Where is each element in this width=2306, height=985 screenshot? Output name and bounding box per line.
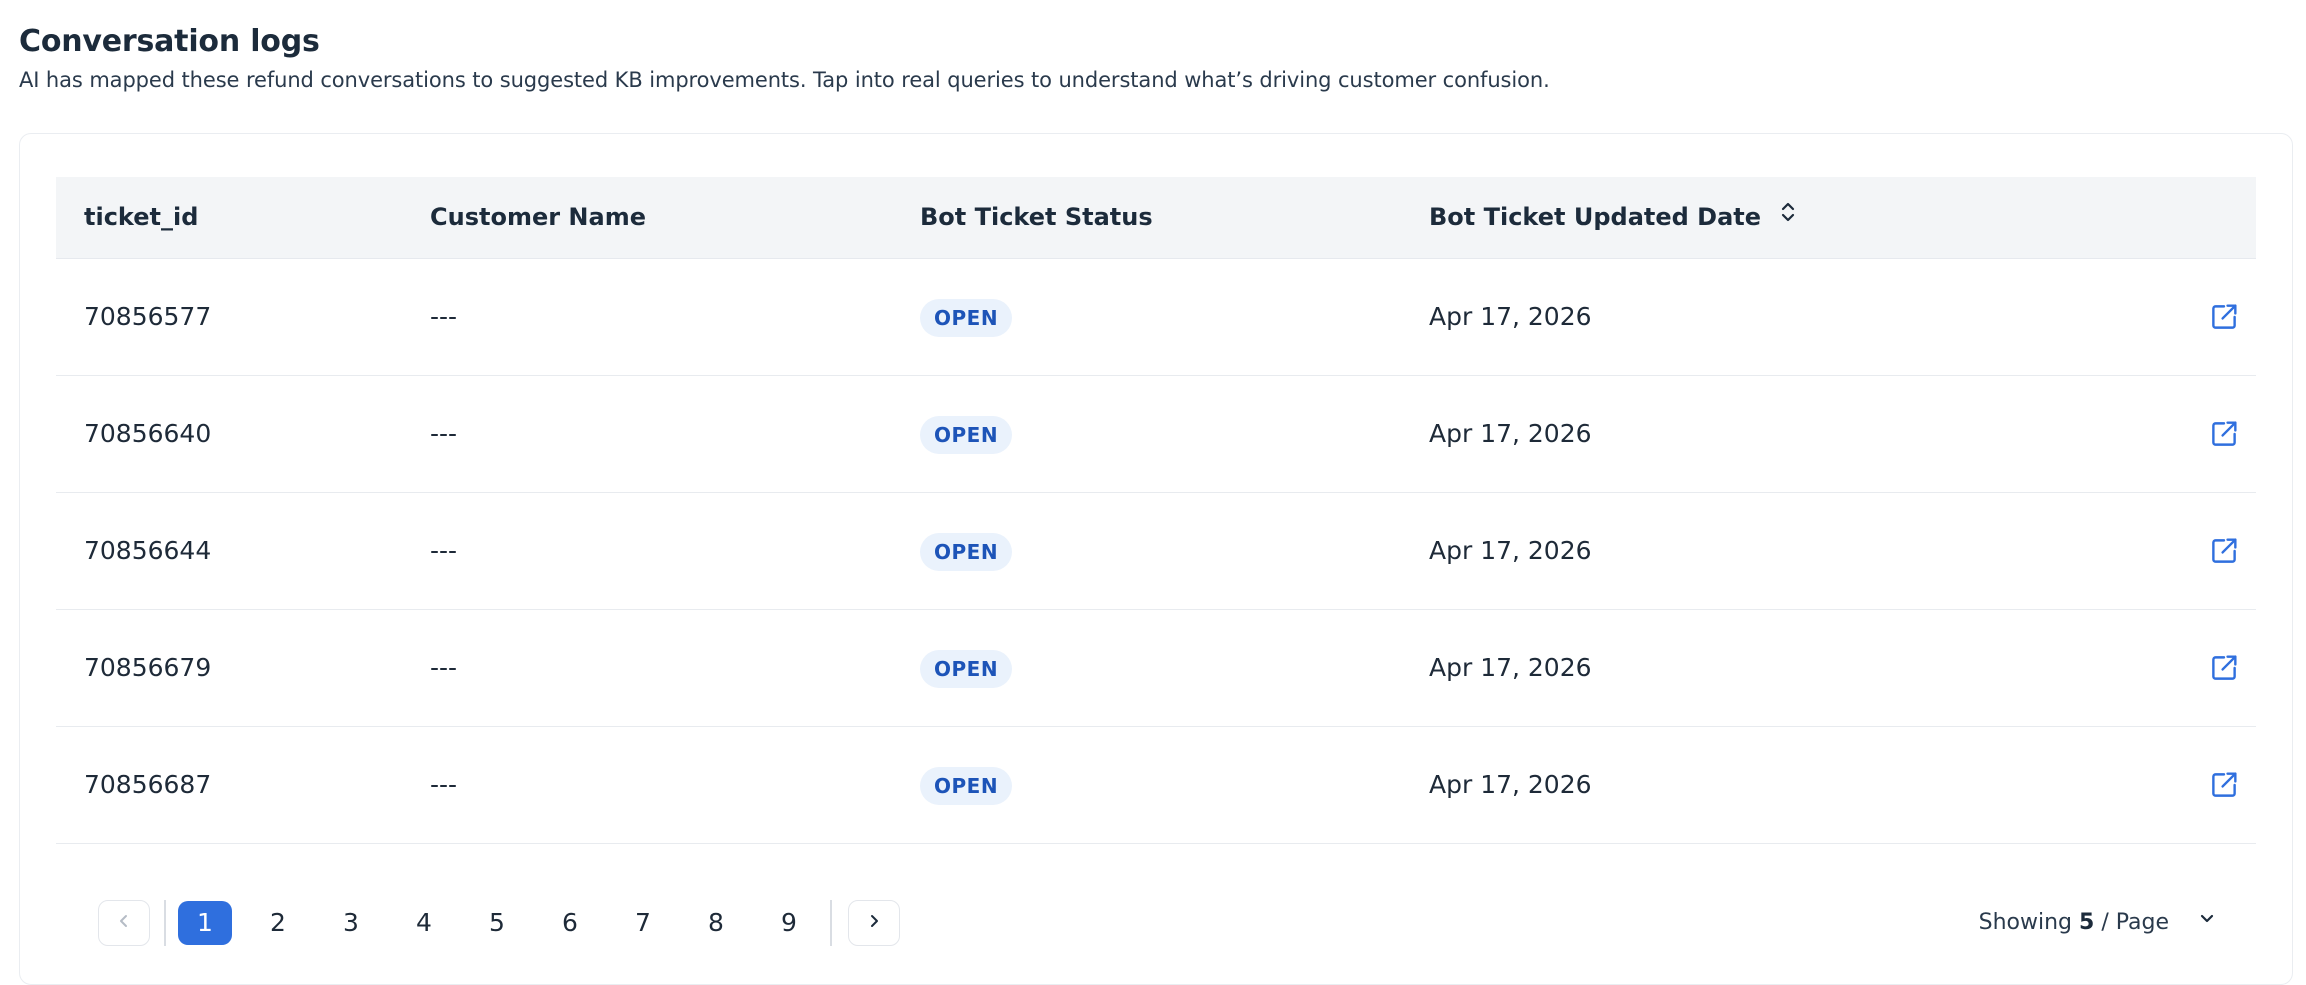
- external-link-icon[interactable]: [2207, 534, 2241, 568]
- page-number-button[interactable]: 2: [251, 901, 305, 945]
- status-cell: OPEN: [920, 610, 1013, 726]
- chevron-right-icon: [866, 913, 882, 933]
- page-size-select[interactable]: Showing 5 / Page: [1979, 900, 2216, 946]
- table-row: 70856577 --- OPEN Apr 17, 2026: [56, 259, 2256, 376]
- page-title: Conversation logs: [19, 24, 320, 59]
- ticket-id-cell: 70856687: [84, 770, 212, 799]
- external-link-icon[interactable]: [2207, 768, 2241, 802]
- column-header-ticket-id: ticket_id: [84, 203, 199, 231]
- status-badge: OPEN: [920, 650, 1013, 688]
- table-body: 70856577 --- OPEN Apr 17, 2026 70856640 --- OP…: [56, 259, 2256, 844]
- customer-name-cell: ---: [430, 419, 458, 448]
- updated-date-cell: Apr 17, 2026: [1429, 302, 1592, 331]
- status-badge: OPEN: [920, 299, 1013, 337]
- ticket-id-cell: 70856644: [84, 536, 212, 565]
- updated-date-cell: Apr 17, 2026: [1429, 770, 1592, 799]
- page-number-button[interactable]: 8: [689, 901, 743, 945]
- pagination: 123456789 Showing 5 / Page: [56, 900, 2256, 946]
- table-row: 70856644 --- OPEN Apr 17, 2026: [56, 493, 2256, 610]
- updated-date-cell: Apr 17, 2026: [1429, 653, 1592, 682]
- table-row: 70856679 --- OPEN Apr 17, 2026: [56, 610, 2256, 727]
- status-badge: OPEN: [920, 767, 1013, 805]
- page-number-button[interactable]: 9: [762, 901, 816, 945]
- table-row: 70856640 --- OPEN Apr 17, 2026: [56, 376, 2256, 493]
- chevron-left-icon: [116, 913, 132, 933]
- customer-name-cell: ---: [430, 770, 458, 799]
- column-header-status: Bot Ticket Status: [920, 203, 1153, 231]
- customer-name-cell: ---: [430, 302, 458, 331]
- status-cell: OPEN: [920, 493, 1013, 609]
- conversation-table: ticket_id Customer Name Bot Ticket Statu…: [56, 177, 2256, 946]
- status-badge: OPEN: [920, 533, 1013, 571]
- page-size-prefix: Showing: [1978, 910, 2073, 935]
- status-cell: OPEN: [920, 259, 1013, 375]
- sort-updown-icon[interactable]: [1779, 176, 1797, 257]
- pagination-divider: [830, 900, 832, 946]
- page-subtitle: AI has mapped these refund conversations…: [19, 68, 1550, 92]
- external-link-icon[interactable]: [2207, 417, 2241, 451]
- updated-date-cell: Apr 17, 2026: [1429, 419, 1592, 448]
- pagination-divider: [164, 900, 166, 946]
- page-number-button[interactable]: 1: [178, 901, 232, 945]
- page-header: Conversation logs AI has mapped these re…: [19, 22, 1550, 94]
- ticket-id-cell: 70856577: [84, 302, 212, 331]
- updated-date-cell: Apr 17, 2026: [1429, 536, 1592, 565]
- page-number-button[interactable]: 3: [324, 901, 378, 945]
- customer-name-cell: ---: [430, 536, 458, 565]
- page-number-button[interactable]: 7: [616, 901, 670, 945]
- previous-page-button[interactable]: [98, 900, 150, 946]
- external-link-icon[interactable]: [2207, 651, 2241, 685]
- ticket-id-cell: 70856640: [84, 419, 212, 448]
- page-number-button[interactable]: 5: [470, 901, 524, 945]
- column-header-updated-date-label: Bot Ticket Updated Date: [1429, 203, 1762, 231]
- page-number-button[interactable]: 6: [543, 901, 597, 945]
- page-number-button[interactable]: 4: [397, 901, 451, 945]
- page-size-value: 5: [2079, 910, 2095, 935]
- conversation-logs-card: ticket_id Customer Name Bot Ticket Statu…: [19, 133, 2293, 985]
- page-size-suffix: / Page: [2101, 910, 2169, 935]
- table-row: 70856687 --- OPEN Apr 17, 2026: [56, 727, 2256, 844]
- status-cell: OPEN: [920, 727, 1013, 843]
- external-link-icon[interactable]: [2207, 300, 2241, 334]
- column-header-updated-date[interactable]: Bot Ticket Updated Date: [1429, 177, 1797, 258]
- chevron-down-icon: [2198, 898, 2216, 944]
- status-badge: OPEN: [920, 416, 1013, 454]
- table-header: ticket_id Customer Name Bot Ticket Statu…: [56, 177, 2256, 259]
- next-page-button[interactable]: [848, 900, 900, 946]
- status-cell: OPEN: [920, 376, 1013, 492]
- ticket-id-cell: 70856679: [84, 653, 212, 682]
- customer-name-cell: ---: [430, 653, 458, 682]
- column-header-customer-name: Customer Name: [430, 203, 646, 231]
